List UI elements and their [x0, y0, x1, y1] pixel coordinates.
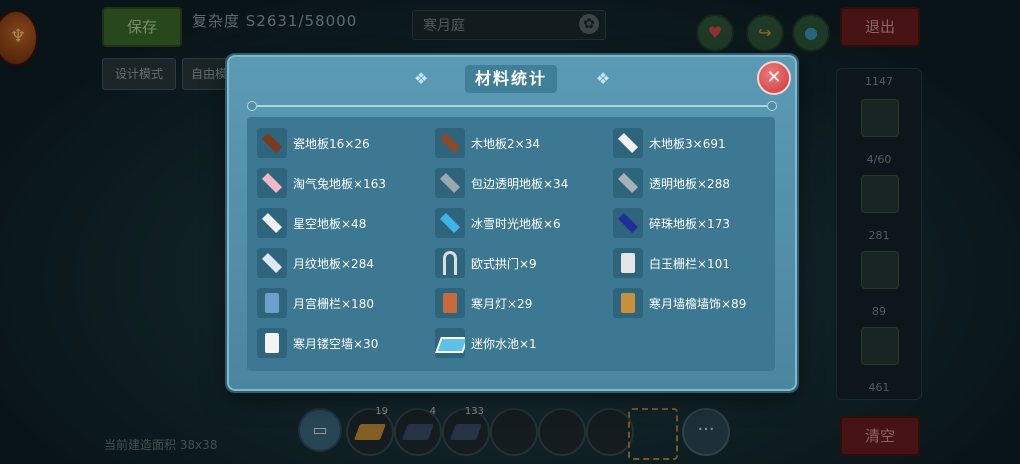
material-item: 月纹地板×284: [257, 247, 374, 279]
ornament-icon: ❖: [413, 69, 429, 88]
icon-shape: [435, 337, 465, 353]
material-label: 寒月灯×29: [471, 296, 533, 311]
material-label: 透明地板×288: [649, 176, 730, 191]
lamp-icon: [435, 288, 465, 318]
material-item: 碎珠地板×173: [613, 207, 730, 239]
icon-shape: [265, 333, 279, 353]
moon-floor-icon: [257, 248, 287, 278]
icon-shape: [265, 293, 279, 313]
material-label: 白玉栅栏×101: [649, 256, 730, 271]
divider-dot: [767, 101, 777, 111]
material-label: 木地板2×34: [471, 136, 540, 151]
icon-shape: [617, 172, 639, 194]
material-label: 月纹地板×284: [293, 256, 374, 271]
icon-shape: [261, 252, 283, 274]
material-label: 迷你水池×1: [471, 336, 537, 351]
star-floor-icon: [257, 208, 287, 238]
icon-shape: [617, 212, 639, 234]
material-label: 包边透明地板×34: [471, 176, 569, 191]
gate-icon: [257, 288, 287, 318]
material-item: 星空地板×48: [257, 207, 366, 239]
material-item: 寒月灯×29: [435, 287, 532, 319]
divider: [247, 101, 777, 111]
material-item: 迷你水池×1: [435, 327, 537, 359]
material-item: 木地板2×34: [435, 127, 540, 159]
dialog-title: 材料统计: [465, 65, 557, 93]
material-label: 碎珠地板×173: [649, 216, 730, 231]
rug-floor-icon: [257, 128, 287, 158]
material-item: 冰雪时光地板×6: [435, 207, 561, 239]
material-item: 淘气兔地板×163: [257, 167, 386, 199]
pink-floor-icon: [257, 168, 287, 198]
material-item: 包边透明地板×34: [435, 167, 568, 199]
icon-shape: [261, 212, 283, 234]
icon-shape: [443, 251, 457, 275]
gray-floor-icon: [435, 168, 465, 198]
dialog-header: ❖ 材料统计 ❖: [229, 63, 795, 95]
divider-dot: [247, 101, 257, 111]
material-item: 寒月镂空墙×30: [257, 327, 378, 359]
icon-shape: [621, 253, 635, 273]
material-label: 寒月镂空墙×30: [293, 336, 379, 351]
material-label: 欧式拱门×9: [471, 256, 537, 271]
bead-floor-icon: [613, 208, 643, 238]
white-floor-icon: [613, 128, 643, 158]
icon-shape: [261, 172, 283, 194]
icon-shape: [439, 212, 461, 234]
material-item: 木地板3×691: [613, 127, 726, 159]
material-item: 透明地板×288: [613, 167, 730, 199]
icon-shape: [621, 293, 635, 313]
material-label: 淘气兔地板×163: [293, 176, 386, 191]
material-list: 瓷地板16×26 木地板2×34 木地板3×691 淘气兔地板×163 包边透明地板×3…: [247, 117, 775, 371]
icon-shape: [261, 132, 283, 154]
close-button[interactable]: ✕: [757, 61, 791, 95]
material-item: 瓷地板16×26: [257, 127, 370, 159]
material-item: 白玉栅栏×101: [613, 247, 730, 279]
material-item: 寒月墙檐墙饰×89: [613, 287, 746, 319]
ice-floor-icon: [435, 208, 465, 238]
arch-door-icon: [435, 248, 465, 278]
wood-floor-icon: [435, 128, 465, 158]
icon-shape: [443, 293, 457, 313]
material-label: 星空地板×48: [293, 216, 367, 231]
material-item: 月宫栅栏×180: [257, 287, 374, 319]
icon-shape: [439, 172, 461, 194]
material-label: 瓷地板16×26: [293, 136, 370, 151]
material-label: 木地板3×691: [649, 136, 726, 151]
material-label: 冰雪时光地板×6: [471, 216, 561, 231]
fence-icon: [613, 248, 643, 278]
icon-shape: [439, 132, 461, 154]
material-stats-dialog: ❖ 材料统计 ❖ ✕ 瓷地板16×26 木地板2×34 木地板3×691 淘气兔地板×…: [227, 55, 797, 391]
material-label: 月宫栅栏×180: [293, 296, 374, 311]
gray-floor-icon: [613, 168, 643, 198]
eave-icon: [613, 288, 643, 318]
icon-shape: [617, 132, 639, 154]
material-item: 欧式拱门×9: [435, 247, 537, 279]
ornament-icon: ❖: [595, 69, 611, 88]
material-label: 寒月墙檐墙饰×89: [649, 296, 747, 311]
hollow-wall-icon: [257, 328, 287, 358]
pool-icon: [435, 328, 465, 358]
